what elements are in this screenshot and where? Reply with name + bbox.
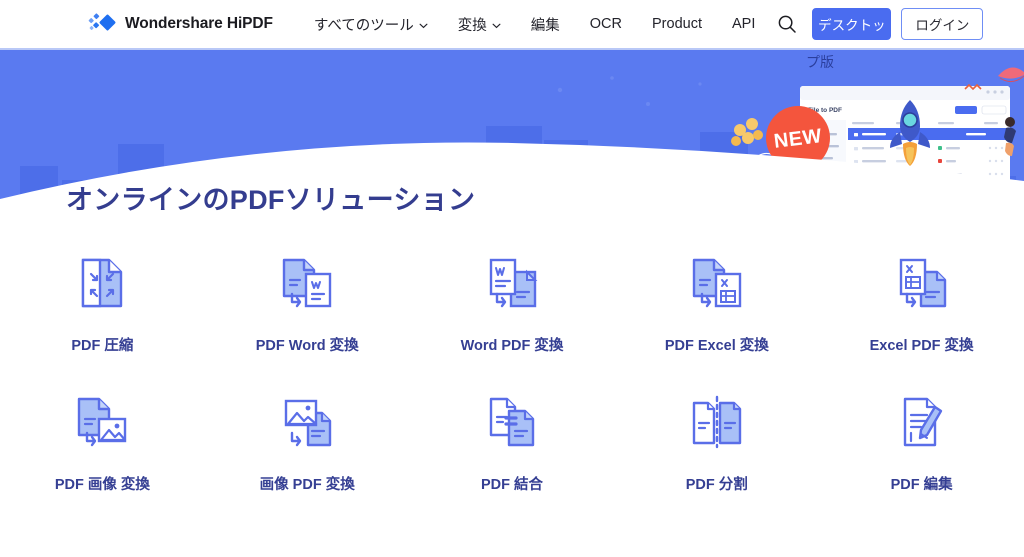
nav-label: Product xyxy=(652,16,702,32)
pdf-edit-icon xyxy=(891,391,953,453)
nav-label: OCR xyxy=(589,16,623,32)
brand-logo[interactable]: Wondershare HiPDF xyxy=(88,11,273,37)
tool-pdf-compress[interactable]: PDF 圧縮 xyxy=(0,252,205,355)
nav-item-product[interactable]: Product xyxy=(637,10,717,38)
main-navigation: すべてのツール 変換 編集 OCR Product API xyxy=(299,8,771,41)
tool-pdf-to-excel[interactable]: PDF Excel 変換 xyxy=(614,252,819,355)
page-title: オンラインのPDFソリューション xyxy=(66,185,476,215)
header-actions: デスクトッ ログイン xyxy=(770,7,984,41)
pdf-to-excel-icon xyxy=(686,252,748,314)
tool-pdf-to-image[interactable]: PDF 画像 変換 xyxy=(0,391,205,494)
tool-pdf-split[interactable]: PDF 分割 xyxy=(614,391,819,494)
nav-item-convert[interactable]: 変換 xyxy=(443,8,516,41)
excel-to-pdf-icon xyxy=(891,252,953,314)
nav-label: API xyxy=(732,16,756,32)
pdf-to-word-icon xyxy=(276,252,338,314)
nav-label: すべてのツール xyxy=(313,17,414,34)
tool-pdf-to-word[interactable]: PDF Word 変換 xyxy=(205,252,410,355)
nav-item-edit[interactable]: 編集 xyxy=(516,8,575,41)
tool-label: PDF Word 変換 xyxy=(255,338,359,354)
pdf-to-image-icon xyxy=(71,391,133,453)
word-to-pdf-icon xyxy=(481,252,543,314)
wondershare-diamond-logo-icon xyxy=(88,11,116,37)
tool-word-to-pdf[interactable]: Word PDF 変換 xyxy=(410,252,615,355)
site-header: Wondershare HiPDF すべてのツール 変換 編集 OCR Prod… xyxy=(0,0,1024,48)
tool-label: PDF 圧縮 xyxy=(71,338,134,354)
desktop-tooltip-text: プ版 xyxy=(806,54,834,70)
search-icon[interactable] xyxy=(770,7,804,41)
image-to-pdf-icon xyxy=(276,391,338,453)
nav-item-all-tools[interactable]: すべてのツール xyxy=(299,8,443,41)
tool-grid: PDF 圧縮 PDF Word 変換 Word PDF 変換 PDF Excel… xyxy=(0,252,1024,494)
nav-label: 編集 xyxy=(530,17,560,34)
chevron-down-icon xyxy=(492,20,501,29)
nav-item-api[interactable]: API xyxy=(717,10,770,38)
tool-label: Word PDF 変換 xyxy=(460,338,564,354)
desktop-version-button[interactable]: デスクトッ xyxy=(812,8,892,40)
pdf-compress-icon xyxy=(71,252,133,314)
tool-excel-to-pdf[interactable]: Excel PDF 変換 xyxy=(819,252,1024,355)
tool-pdf-edit[interactable]: PDF 編集 xyxy=(819,391,1024,494)
tool-label: PDF 画像 変換 xyxy=(54,477,150,493)
tool-label: PDF Excel 変換 xyxy=(664,338,769,354)
tool-label: PDF 結合 xyxy=(480,477,543,493)
tool-label: PDF 編集 xyxy=(890,477,953,493)
brand-name: Wondershare HiPDF xyxy=(125,15,273,32)
tool-label: 画像 PDF 変換 xyxy=(259,477,355,493)
tool-pdf-merge[interactable]: PDF 結合 xyxy=(410,391,615,494)
tool-label: PDF 分割 xyxy=(685,477,748,493)
nav-label: 変換 xyxy=(457,17,487,34)
tool-image-to-pdf[interactable]: 画像 PDF 変換 xyxy=(205,391,410,494)
login-button[interactable]: ログイン xyxy=(901,8,984,40)
nav-item-ocr[interactable]: OCR xyxy=(575,10,637,38)
pdf-merge-icon xyxy=(481,391,543,453)
chevron-down-icon xyxy=(419,20,428,29)
tool-label: Excel PDF 変換 xyxy=(869,338,974,354)
pdf-split-icon xyxy=(686,391,748,453)
